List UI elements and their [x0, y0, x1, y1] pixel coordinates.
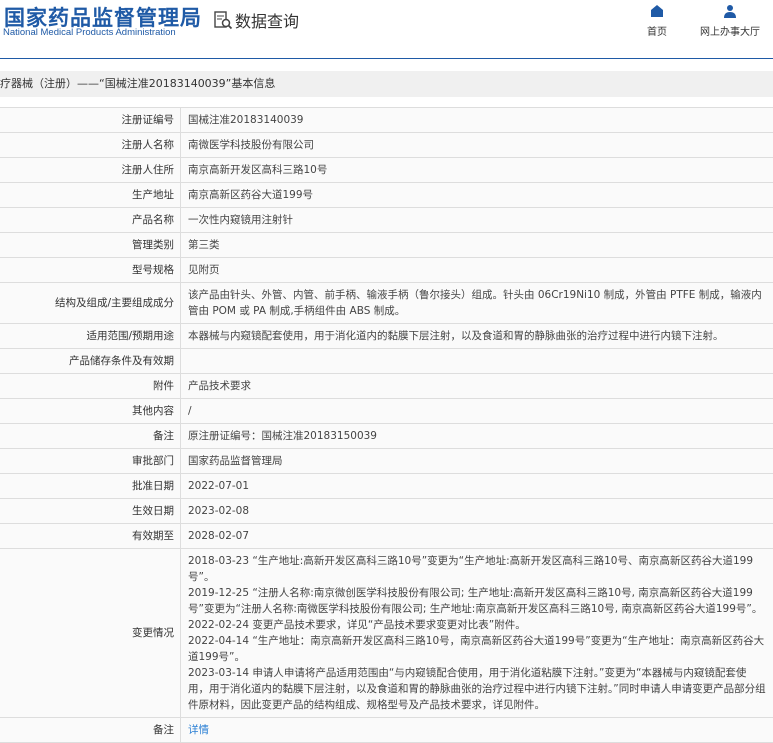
field-label: 生效日期	[0, 499, 181, 524]
table-row: 生产地址南京高新区药谷大道199号	[0, 183, 773, 208]
field-value: 第三类	[181, 233, 773, 258]
breadcrumb-text: 医疗器械（注册）——“国械注准20183140039”基本信息	[0, 77, 275, 90]
field-value: 2022-07-01	[181, 474, 773, 499]
field-value: 南京高新开发区高科三路10号	[181, 158, 773, 183]
field-value: 2023-02-08	[181, 499, 773, 524]
nav-online-hall-label: 网上办事大厅	[700, 23, 760, 38]
field-label: 适用范围/预期用途	[0, 324, 181, 349]
change-entry: 2022-02-24 变更产品技术要求，详见“产品技术要求变更对比表”附件。	[188, 617, 767, 633]
table-row: 适用范围/预期用途本器械与内窥镜配套使用，用于消化道内的黏膜下层注射，以及食道和…	[0, 324, 773, 349]
field-label: 备注	[0, 718, 181, 743]
field-label: 生产地址	[0, 183, 181, 208]
table-row: 结构及组成/主要组成成分该产品由针头、外管、内管、前手柄、输液手柄（鲁尔接头）组…	[0, 283, 773, 324]
note-row: 备注详情	[0, 718, 773, 743]
site-header: 国家药品监督管理局 National Medical Products Admi…	[0, 0, 773, 58]
nav-home-label: 首页	[647, 23, 667, 38]
table-row: 管理类别第三类	[0, 233, 773, 258]
data-query-label: 数据查询	[235, 8, 299, 32]
table-row: 型号规格见附页	[0, 258, 773, 283]
nav-online-hall[interactable]: 网上办事大厅	[700, 4, 760, 38]
change-entry: 2023-03-14 申请人申请将产品适用范围由“与内窥镜配合使用，用于消化道粘…	[188, 665, 767, 713]
field-value	[181, 349, 773, 374]
field-value: /	[181, 399, 773, 424]
change-entry: 2022-04-14 “生产地址：南京高新开发区高科三路10号，南京高新区药谷大…	[188, 633, 767, 665]
nav-home[interactable]: 首页	[647, 4, 667, 38]
field-value: 一次性内窥镜用注射针	[181, 208, 773, 233]
change-entry: 2018-03-23 “生产地址:高新开发区高科三路10号”变更为“生产地址:高…	[188, 553, 767, 585]
change-history-row: 变更情况2018-03-23 “生产地址:高新开发区高科三路10号”变更为“生产…	[0, 549, 773, 718]
field-value: 南微医学科技股份有限公司	[181, 133, 773, 158]
field-label: 备注	[0, 424, 181, 449]
table-row: 其他内容/	[0, 399, 773, 424]
field-value: 2018-03-23 “生产地址:高新开发区高科三路10号”变更为“生产地址:高…	[181, 549, 773, 718]
logo-subtitle: National Medical Products Administration	[3, 27, 176, 38]
field-label: 批准日期	[0, 474, 181, 499]
field-label: 审批部门	[0, 449, 181, 474]
field-label: 型号规格	[0, 258, 181, 283]
table-row: 生效日期2023-02-08	[0, 499, 773, 524]
table-row: 审批部门国家药品监督管理局	[0, 449, 773, 474]
table-row: 注册人名称南微医学科技股份有限公司	[0, 133, 773, 158]
field-label: 注册人住所	[0, 158, 181, 183]
detail-table: 注册证编号国械注准20183140039注册人名称南微医学科技股份有限公司注册人…	[0, 107, 773, 743]
field-value: 详情	[181, 718, 773, 743]
field-value: 2028-02-07	[181, 524, 773, 549]
table-row: 附件产品技术要求	[0, 374, 773, 399]
change-entry: 2019-12-25 “注册人名称:南京微创医学科技股份有限公司; 生产地址:高…	[188, 585, 767, 617]
field-label: 其他内容	[0, 399, 181, 424]
header-divider	[0, 58, 773, 59]
field-value: 见附页	[181, 258, 773, 283]
table-row: 产品名称一次性内窥镜用注射针	[0, 208, 773, 233]
breadcrumb: 医疗器械（注册）——“国械注准20183140039”基本信息	[0, 71, 773, 97]
home-icon	[650, 4, 664, 18]
table-row: 注册人住所南京高新开发区高科三路10号	[0, 158, 773, 183]
field-value: 国家药品监督管理局	[181, 449, 773, 474]
field-label: 附件	[0, 374, 181, 399]
field-value: 国械注准20183140039	[181, 108, 773, 133]
table-row: 注册证编号国械注准20183140039	[0, 108, 773, 133]
field-label: 变更情况	[0, 549, 181, 718]
field-label: 产品储存条件及有效期	[0, 349, 181, 374]
document-search-icon	[213, 10, 233, 30]
field-label: 结构及组成/主要组成成分	[0, 283, 181, 324]
field-value: 本器械与内窥镜配套使用，用于消化道内的黏膜下层注射，以及食道和胃的静脉曲张的治疗…	[181, 324, 773, 349]
field-label: 管理类别	[0, 233, 181, 258]
table-row: 批准日期2022-07-01	[0, 474, 773, 499]
table-row: 备注原注册证编号：国械注准20183150039	[0, 424, 773, 449]
table-row: 有效期至2028-02-07	[0, 524, 773, 549]
details-link[interactable]: 详情	[188, 724, 209, 736]
user-icon	[723, 4, 737, 18]
field-value: 原注册证编号：国械注准20183150039	[181, 424, 773, 449]
field-label: 注册人名称	[0, 133, 181, 158]
table-row: 产品储存条件及有效期	[0, 349, 773, 374]
field-value: 该产品由针头、外管、内管、前手柄、输液手柄（鲁尔接头）组成。针头由 06Cr19…	[181, 283, 773, 324]
field-label: 有效期至	[0, 524, 181, 549]
field-label: 产品名称	[0, 208, 181, 233]
field-value: 南京高新区药谷大道199号	[181, 183, 773, 208]
data-query-title: 数据查询	[213, 8, 299, 32]
field-value: 产品技术要求	[181, 374, 773, 399]
field-label: 注册证编号	[0, 108, 181, 133]
